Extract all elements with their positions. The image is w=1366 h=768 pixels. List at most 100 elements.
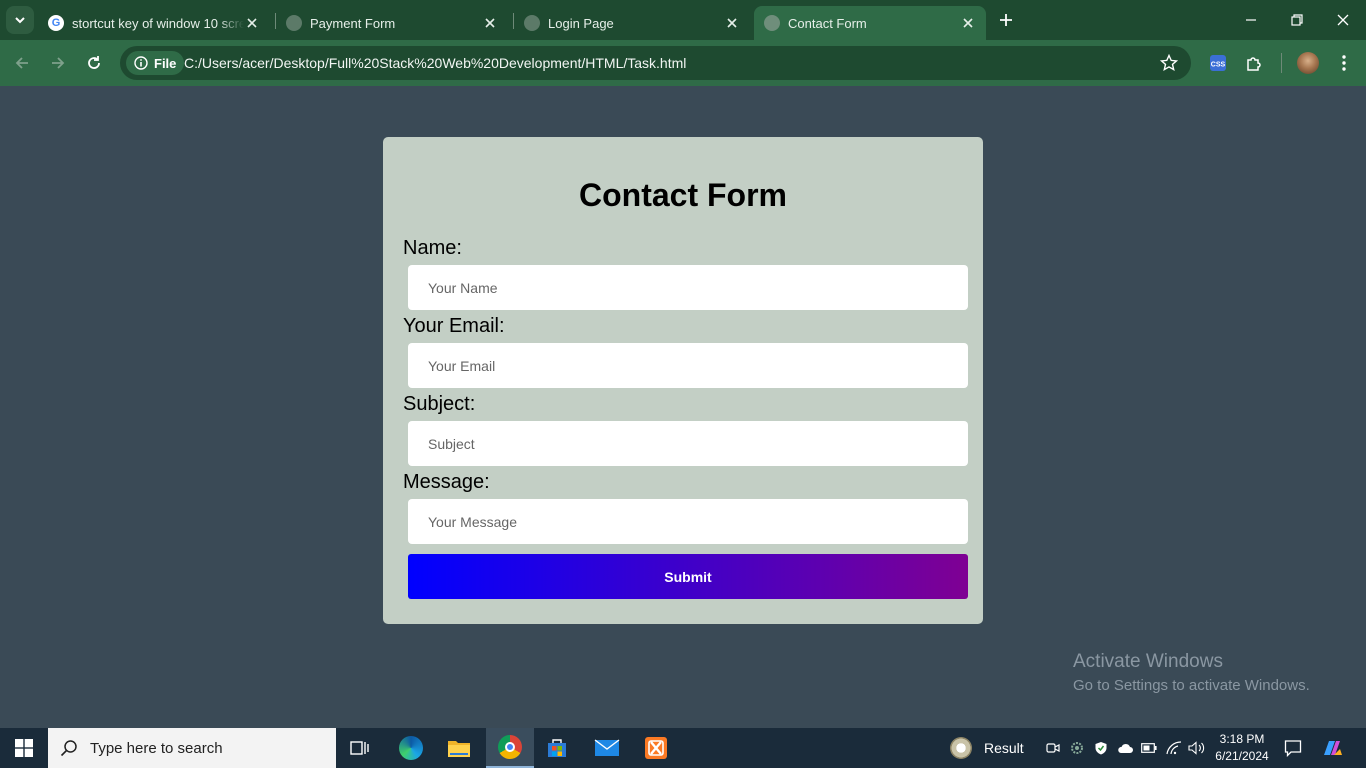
close-icon [1337,14,1349,26]
browser-tab-strip: G stortcut key of window 10 scree Paymen… [0,0,1366,40]
shield-icon [1095,742,1107,755]
message-input[interactable] [408,499,968,544]
gear-icon [1071,742,1083,754]
profile-button[interactable] [1296,51,1320,75]
tray-volume[interactable] [1185,728,1209,768]
tab-login-page[interactable]: Login Page [514,6,750,40]
globe-icon [524,15,540,31]
puzzle-icon [1247,57,1261,71]
system-clock[interactable]: 3:18 PM 6/21/2024 [1210,731,1274,765]
taskbar-mail[interactable] [583,728,631,768]
tray-security[interactable] [1089,728,1113,768]
contact-form-card: Contact Form Name: Your Email: Subject: … [383,137,983,624]
taskbar-xampp[interactable] [632,728,680,768]
task-view-icon [350,741,369,755]
site-info-chip[interactable]: File [126,51,185,75]
arrow-left-icon [15,57,28,69]
clock-date: 6/21/2024 [1215,749,1269,763]
tray-meet-now[interactable] [1041,728,1065,768]
forward-button[interactable] [43,48,73,78]
tab-title: Login Page [548,15,614,31]
browser-toolbar: File C:/Users/acer/Desktop/Full%20Stack%… [0,40,1366,86]
new-tab-button[interactable] [994,8,1018,32]
close-icon[interactable] [960,15,976,31]
taskbar-store[interactable] [533,728,581,768]
store-icon [548,739,566,757]
copilot-icon [1324,741,1342,755]
chip-label: File [154,55,177,71]
minimize-button[interactable] [1228,0,1274,40]
minimize-icon [1246,19,1256,21]
restore-button[interactable] [1274,0,1320,40]
url-text: C:/Users/acer/Desktop/Full%20Stack%20Web… [184,55,687,71]
bookmark-star-button[interactable] [1159,53,1179,73]
more-vertical-icon [1342,55,1346,71]
chrome-icon [498,735,522,759]
tab-contact-form[interactable]: Contact Form [754,6,986,40]
address-bar[interactable]: File C:/Users/acer/Desktop/Full%20Stack%… [120,46,1191,80]
tab-title: stortcut key of window 10 scree [72,15,244,31]
plus-icon [1000,14,1012,26]
soccer-ball-icon [950,737,972,759]
notifications-button[interactable] [1281,728,1305,768]
start-button[interactable] [0,728,48,768]
css-extension-icon: CSS [1210,55,1226,71]
tab-title: Contact Form [788,15,867,31]
tray-wifi[interactable] [1162,728,1186,768]
wifi-icon [1166,741,1182,755]
xampp-icon [645,737,667,759]
search-placeholder: Type here to search [90,739,223,757]
extension-button[interactable]: CSS [1206,51,1230,75]
camera-icon [1046,743,1060,753]
tab-payment-form[interactable]: Payment Form [276,6,508,40]
info-icon [134,56,148,70]
weather-label: Result [984,740,1024,756]
subject-label: Subject: [403,393,476,415]
tab-google-search[interactable]: G stortcut key of window 10 scree [38,6,270,40]
taskbar-search[interactable]: Type here to search [48,728,336,768]
watermark-title: Activate Windows [1073,651,1223,672]
star-icon [1160,54,1178,72]
toolbar-divider [1281,53,1282,73]
taskbar-edge[interactable] [387,728,435,768]
name-label: Name: [403,237,462,259]
close-icon[interactable] [724,15,740,31]
windows-logo-icon [15,739,33,757]
tray-onedrive[interactable] [1113,728,1137,768]
copilot-button[interactable] [1320,728,1344,768]
email-input[interactable] [408,343,968,388]
submit-button[interactable]: Submit [408,554,968,599]
extensions-button[interactable] [1242,51,1266,75]
activate-windows-watermark: Activate Windows Go to Settings to activ… [1073,651,1310,694]
close-icon[interactable] [482,15,498,31]
clock-time: 3:18 PM [1219,732,1265,746]
reload-icon [88,56,100,69]
task-view-button[interactable] [336,728,384,768]
name-input[interactable] [408,265,968,310]
windows-taskbar: Type here to search Result 3:18 PM 6/21/… [0,728,1366,768]
mail-icon [594,739,620,756]
arrow-right-icon [52,57,65,69]
tab-search-button[interactable] [6,6,34,34]
notification-icon [1284,740,1302,757]
folder-icon [448,741,470,757]
taskbar-file-explorer[interactable] [435,728,483,768]
edge-icon [399,736,423,760]
taskbar-chrome[interactable] [486,728,534,768]
subject-input[interactable] [408,421,968,466]
search-icon [60,740,77,757]
battery-icon [1141,743,1157,753]
menu-button[interactable] [1332,51,1356,75]
tray-battery[interactable] [1137,728,1161,768]
page-viewport: Contact Form Name: Your Email: Subject: … [0,86,1366,728]
reload-button[interactable] [79,48,109,78]
email-label: Your Email: [403,315,505,337]
weather-widget[interactable]: Result [950,728,1024,768]
google-icon: G [48,15,64,31]
watermark-subtitle: Go to Settings to activate Windows. [1073,677,1310,694]
close-icon[interactable] [244,15,260,31]
back-button[interactable] [7,48,37,78]
globe-icon [764,15,780,31]
close-window-button[interactable] [1320,0,1366,40]
tray-app[interactable] [1065,728,1089,768]
